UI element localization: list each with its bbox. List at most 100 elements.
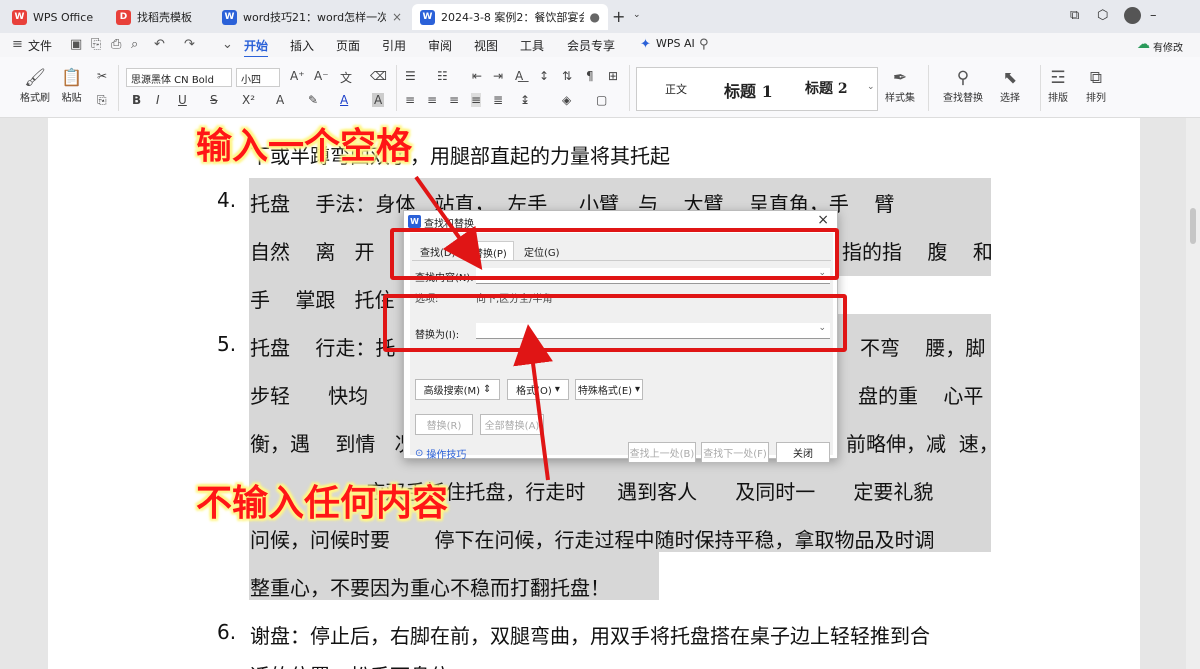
special-format-button[interactable]: 特殊格式(E) ▾ [575, 379, 643, 400]
style-normal[interactable]: 正文 [665, 81, 687, 97]
cube-icon[interactable]: ⬡ [1097, 8, 1108, 23]
superscript-icon[interactable]: X² [242, 93, 255, 107]
underline-icon[interactable]: U [178, 93, 187, 107]
grow-font-icon[interactable]: A⁺ [290, 69, 305, 83]
copy-icon[interactable]: ⎘ [97, 93, 107, 108]
menu-home[interactable]: 开始 [244, 37, 269, 58]
vertical-scrollbar[interactable] [1186, 118, 1200, 669]
find-previous-button[interactable]: 查找上一处(B) [628, 442, 696, 463]
align-center-icon[interactable]: ≡ [427, 93, 437, 107]
scrollbar-thumb[interactable] [1190, 208, 1196, 244]
edit-status[interactable]: 有修改 [1153, 39, 1183, 54]
gallery-more-icon[interactable]: ⌄ [867, 82, 875, 92]
tab-current-document[interactable]: W 2024-3-8 案例2：餐饮部宴会员工 ● [412, 4, 608, 30]
style-set-button[interactable]: ✒ 样式集 [885, 67, 915, 104]
find-replace-button[interactable]: ⚲ 查找替换 [943, 67, 983, 104]
justify-icon[interactable]: ≡ [471, 93, 482, 107]
align-left-icon[interactable]: ≡ [405, 93, 415, 107]
menu-wps-ai[interactable]: WPS AI [656, 37, 695, 50]
menu-view[interactable]: 视图 [474, 37, 498, 54]
document-line[interactable]: 适的位置，松手下盘位。 [250, 660, 470, 669]
style-heading-2[interactable]: 标题 2 [805, 78, 848, 98]
document-line[interactable]: 衡，遇 到情 况 [250, 428, 415, 457]
font-color-icon[interactable]: A [340, 93, 348, 107]
advanced-search-button[interactable]: 高级搜索(M) ⇕ [415, 379, 500, 400]
shrink-font-icon[interactable]: A⁻ [314, 69, 329, 83]
document-line[interactable]: 步轻 快均 [250, 380, 368, 409]
tab-word-tips[interactable]: W word技巧21：word怎样一次删除 × [214, 4, 410, 30]
undo-icon[interactable]: ↶ [154, 37, 165, 52]
layout-button[interactable]: ☲ 排版 [1048, 67, 1068, 104]
menu-file[interactable]: 文件 [28, 37, 52, 54]
tab-dot-icon[interactable]: ● [590, 10, 600, 24]
document-line[interactable]: 谢盘：停止后，右脚在前，双腿弯曲，用双手将托盘搭在桌子边上轻轻推到合 [250, 620, 930, 649]
replace-all-button[interactable]: 全部替换(A) [480, 414, 544, 435]
format-painter-button[interactable]: 🖌 格式刷 [20, 67, 50, 104]
redo-icon[interactable]: ↷ [184, 37, 195, 52]
document-line-fragment[interactable]: 指的指 腹 和 [842, 236, 993, 265]
new-tab-button[interactable]: + [612, 7, 625, 26]
avatar[interactable] [1124, 7, 1141, 24]
share-icon[interactable]: ⎘ [91, 37, 101, 52]
document-line[interactable]: 整重心，不要因为重心不稳而打翻托盘！ [250, 572, 610, 601]
preview-icon[interactable]: ⌕ [131, 37, 138, 52]
tab-list-button[interactable]: ⌄ [633, 10, 641, 20]
save-icon[interactable]: ▣ [70, 37, 82, 52]
shading-icon[interactable]: ◈ [562, 93, 571, 107]
strikethrough-icon[interactable]: S [210, 93, 218, 107]
menu-member[interactable]: 会员专享 [567, 37, 615, 54]
numbered-list-icon[interactable]: ☷ [437, 69, 448, 83]
tab-wps-office[interactable]: W WPS Office [4, 4, 104, 30]
paste-button[interactable]: 📋 粘贴 [61, 67, 82, 104]
replace-button[interactable]: 替换(R) [415, 414, 473, 435]
document-line[interactable]: 手 掌跟 托住 [250, 284, 395, 313]
document-line[interactable]: 托盘 行走：托 [250, 332, 395, 361]
dialog-close-icon[interactable]: × [817, 212, 829, 228]
decrease-indent-icon[interactable]: ⇤ [472, 69, 482, 83]
document-line-fragment[interactable]: 前略伸，减 速， [846, 428, 999, 457]
italic-icon[interactable]: I [156, 93, 160, 107]
format-button[interactable]: 格式(O) ▾ [507, 379, 569, 400]
align-right-icon[interactable]: ≡ [449, 93, 459, 107]
cut-icon[interactable]: ✂ [97, 69, 107, 83]
minimize-icon[interactable]: – [1150, 8, 1157, 23]
line-spacing-icon[interactable]: ↕ [539, 69, 549, 83]
chevron-down-icon[interactable]: ⌄ [222, 37, 233, 52]
document-line-fragment[interactable]: 不弯 腰，脚 [860, 332, 985, 361]
border-icon[interactable]: ▢ [596, 93, 607, 107]
sort-icon[interactable]: ⇅ [562, 69, 572, 83]
menu-page[interactable]: 页面 [336, 37, 360, 54]
print-icon[interactable]: ⎙ [111, 37, 121, 52]
pinyin-icon[interactable]: 文 [340, 69, 352, 86]
menu-tools[interactable]: 工具 [520, 37, 544, 54]
search-icon[interactable]: ⚲ [699, 37, 709, 52]
style-heading-1[interactable]: 标题 1 [724, 78, 773, 102]
close-icon[interactable]: × [392, 10, 402, 24]
select-button[interactable]: ⬉ 选择 [1000, 67, 1020, 104]
bold-icon[interactable]: B [132, 93, 141, 107]
clear-format-icon[interactable]: ⌫ [370, 69, 387, 83]
bullet-list-icon[interactable]: ☰ [405, 69, 416, 83]
table-borders-icon[interactable]: ⊞ [608, 69, 618, 83]
document-line-fragment[interactable]: 盘的重 心平 [858, 380, 983, 409]
char-shading-icon[interactable]: A [372, 93, 385, 107]
menu-insert[interactable]: 插入 [290, 37, 314, 54]
spacing-icon[interactable]: ↨ [520, 93, 530, 107]
font-size-select[interactable]: 小四 [236, 68, 280, 87]
tab-docer-templates[interactable]: D 找稻壳模板 [108, 4, 210, 30]
menu-review[interactable]: 审阅 [428, 37, 452, 54]
show-marks-icon[interactable]: ¶ [586, 69, 594, 83]
menu-references[interactable]: 引用 [382, 37, 406, 54]
increase-indent-icon[interactable]: ⇥ [493, 69, 503, 83]
arrange-button[interactable]: ⧉ 排列 [1086, 67, 1106, 104]
tips-link[interactable]: ⊙ 操作技巧 [415, 446, 466, 461]
document-line[interactable]: 问候，问候时要 停下在问候，行走过程中随时保持平稳，拿取物品及时调 [250, 524, 935, 553]
chinese-layout-icon[interactable]: A͟ [515, 69, 523, 83]
font-name-select[interactable]: 思源黑体 CN Bold [126, 68, 232, 87]
text-effect-icon[interactable]: A [276, 93, 284, 107]
distributed-icon[interactable]: ≣ [493, 93, 503, 107]
find-next-button[interactable]: 查找下一处(F) [701, 442, 769, 463]
document-line[interactable]: 自然 离 开 [250, 236, 375, 265]
hamburger-icon[interactable]: ≡ [12, 37, 23, 52]
close-button[interactable]: 关闭 [776, 442, 830, 463]
